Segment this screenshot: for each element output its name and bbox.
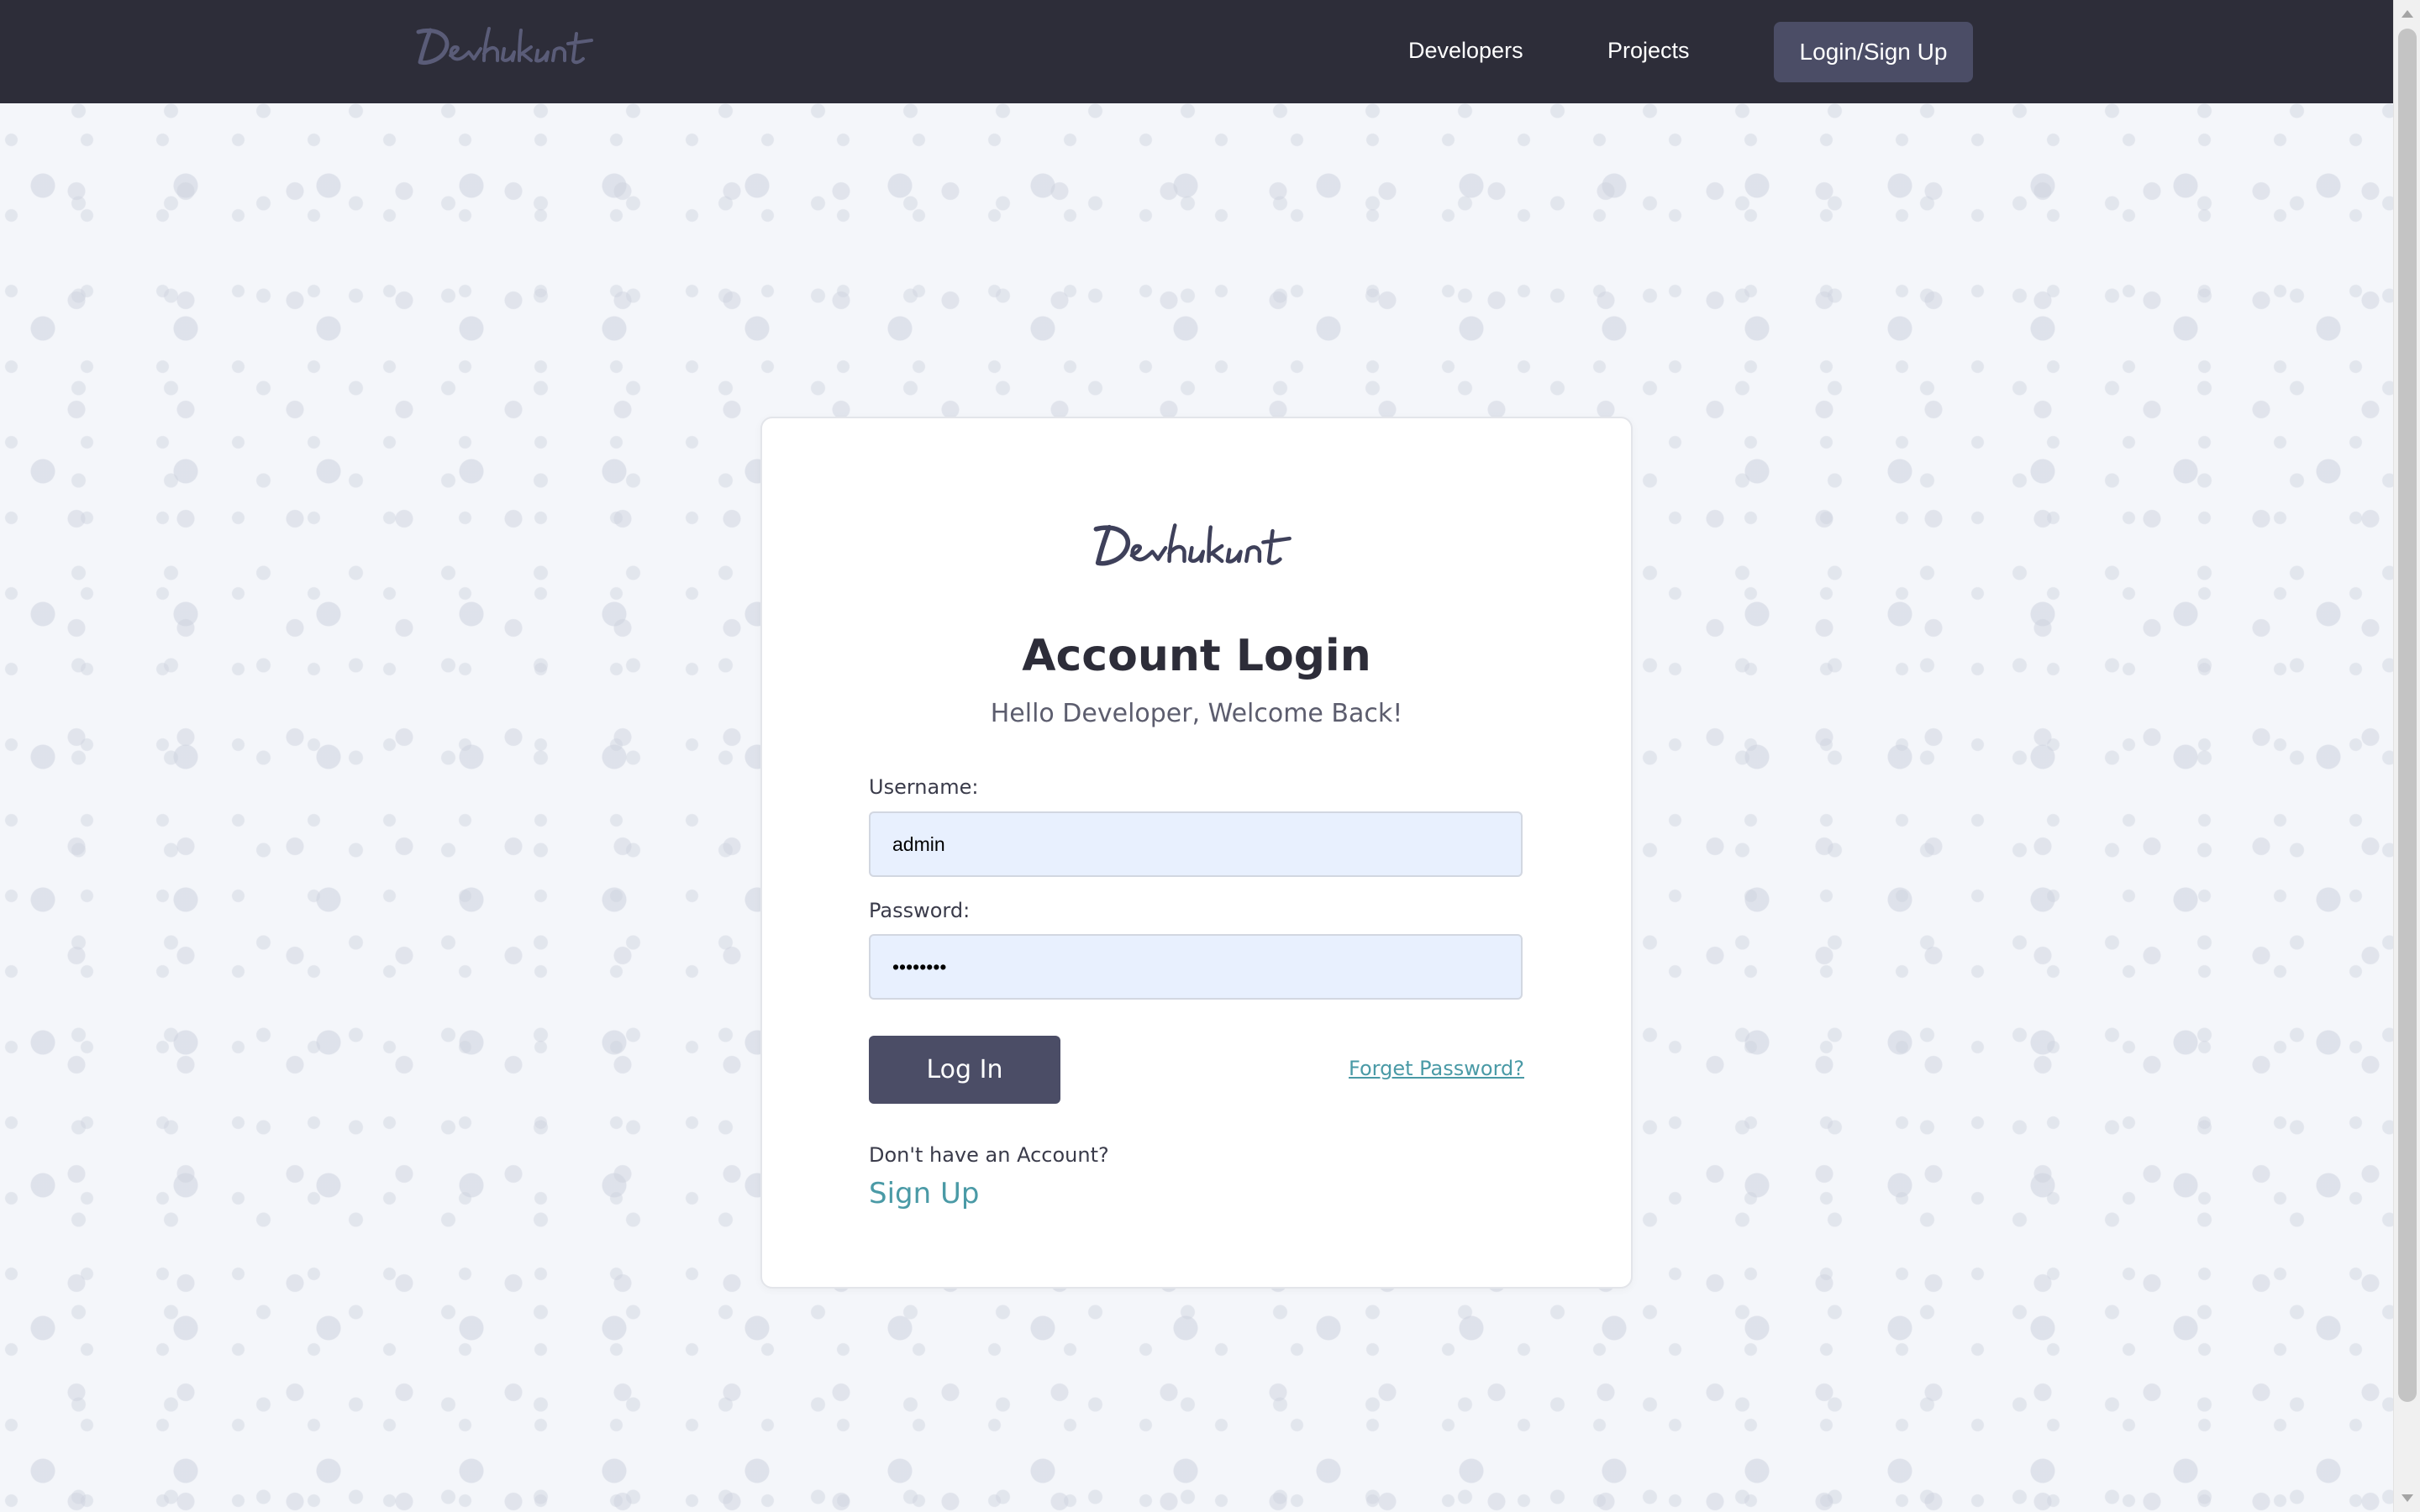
page-subtitle: Hello Developer, Welcome Back!	[990, 699, 1403, 728]
username-label: Username:	[869, 775, 979, 799]
signup-link[interactable]: Sign Up	[869, 1174, 979, 1213]
nav-developers-link[interactable]: Developers	[1408, 34, 1523, 67]
no-account-prompt: Don't have an Account?	[869, 1143, 1109, 1167]
password-label: Password:	[869, 899, 971, 922]
scroll-down-arrow-icon[interactable]	[2402, 1494, 2413, 1502]
login-button[interactable]: Log In	[869, 1036, 1060, 1104]
password-input[interactable]	[869, 934, 1523, 1000]
scroll-up-arrow-icon[interactable]	[2402, 10, 2413, 18]
username-input[interactable]	[869, 811, 1523, 877]
vertical-scrollbar[interactable]	[2393, 0, 2420, 1512]
site-header: Developers Projects Login/Sign Up	[0, 0, 2393, 103]
login-signup-button[interactable]: Login/Sign Up	[1774, 22, 1973, 82]
nav-projects-link[interactable]: Projects	[1607, 34, 1690, 67]
logo-icon[interactable]	[412, 18, 605, 76]
scroll-thumb[interactable]	[2398, 29, 2417, 1402]
logo-icon	[1093, 523, 1292, 566]
page-title: Account Login	[1022, 631, 1371, 681]
forgot-password-link[interactable]: Forget Password?	[1349, 1053, 1524, 1084]
login-card: Account Login Hello Developer, Welcome B…	[760, 417, 1633, 1289]
